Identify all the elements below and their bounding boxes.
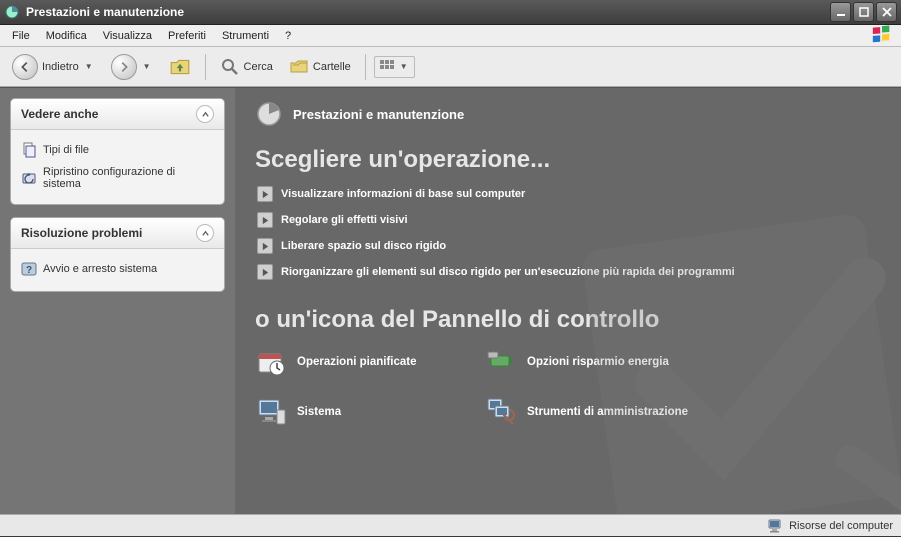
panel-troubleshoot: Risoluzione problemi ? Avvio e arresto s… — [10, 217, 225, 292]
menu-favorites[interactable]: Preferiti — [160, 27, 214, 45]
admin-tools-icon — [485, 396, 517, 428]
link-system-restore[interactable]: Ripristino configurazione di sistema — [21, 162, 214, 194]
link-file-types[interactable]: Tipi di file — [21, 138, 214, 162]
chevron-up-icon — [201, 110, 210, 119]
heading-pick-task: Scegliere un'operazione... — [255, 146, 881, 174]
category-title: Prestazioni e manutenzione — [293, 107, 464, 122]
link-label: Avvio e arresto sistema — [43, 263, 157, 275]
minimize-button[interactable] — [830, 2, 851, 22]
arrow-right-icon — [257, 212, 273, 228]
search-label: Cerca — [244, 61, 273, 73]
performance-category-icon — [255, 100, 283, 128]
chevron-up-icon — [201, 229, 210, 238]
window-controls — [830, 2, 897, 22]
titlebar: Prestazioni e manutenzione — [0, 0, 901, 25]
icon-system[interactable]: Sistema — [255, 396, 475, 428]
power-options-icon — [485, 346, 517, 378]
toolbar-separator-2 — [365, 54, 366, 80]
views-dropdown-icon[interactable]: ▼ — [398, 62, 410, 71]
my-computer-icon — [767, 518, 783, 534]
statusbar-text: Risorse del computer — [789, 520, 893, 532]
back-arrow-icon — [12, 54, 38, 80]
forward-arrow-icon — [111, 54, 137, 80]
sidebar: Vedere anche Tipi di file Ripristino con — [0, 88, 235, 514]
panel-title: Vedere anche — [21, 107, 98, 121]
system-icon — [255, 396, 287, 428]
forward-button[interactable]: ▼ — [105, 52, 159, 82]
svg-text:?: ? — [26, 265, 32, 276]
task-label: Visualizzare informazioni di base sul co… — [281, 188, 525, 200]
link-startup-shutdown[interactable]: ? Avvio e arresto sistema — [21, 257, 214, 281]
app-icon — [4, 4, 20, 20]
search-icon — [220, 57, 240, 77]
forward-dropdown-icon[interactable]: ▼ — [141, 62, 153, 71]
icon-power-options[interactable]: Opzioni risparmio energia — [485, 346, 745, 378]
panel-body: Tipi di file Ripristino configurazione d… — [11, 130, 224, 204]
menu-view[interactable]: Visualizza — [95, 27, 160, 45]
toolbar: Indietro ▼ ▼ Cerca Cartelle — [0, 47, 901, 87]
menu-edit[interactable]: Modifica — [38, 27, 95, 45]
folders-label: Cartelle — [313, 61, 351, 73]
menu-file[interactable]: File — [4, 27, 38, 45]
content: Prestazioni e manutenzione Scegliere un'… — [235, 88, 901, 514]
task-label: Liberare spazio sul disco rigido — [281, 240, 446, 252]
icon-label: Strumenti di amministrazione — [527, 406, 688, 418]
statusbar: Risorse del computer — [0, 514, 901, 536]
folders-icon — [289, 57, 309, 77]
back-dropdown-icon[interactable]: ▼ — [83, 62, 95, 71]
icon-admin-tools[interactable]: Strumenti di amministrazione — [485, 396, 745, 428]
menubar: File Modifica Visualizza Preferiti Strum… — [0, 25, 901, 47]
maximize-button[interactable] — [853, 2, 874, 22]
menu-tools[interactable]: Strumenti — [214, 27, 277, 45]
folder-up-icon — [169, 56, 191, 78]
task-view-system-info[interactable]: Visualizzare informazioni di base sul co… — [257, 186, 881, 202]
views-button[interactable]: ▼ — [374, 56, 415, 78]
file-types-icon — [21, 142, 37, 158]
back-button[interactable]: Indietro ▼ — [6, 52, 101, 82]
arrow-right-icon — [257, 238, 273, 254]
folders-button[interactable]: Cartelle — [283, 55, 357, 79]
task-free-disk-space[interactable]: Liberare spazio sul disco rigido — [257, 238, 881, 254]
panel-title: Risoluzione problemi — [21, 226, 142, 240]
arrow-right-icon — [257, 264, 273, 280]
panel-see-also: Vedere anche Tipi di file Ripristino con — [10, 98, 225, 205]
collapse-button[interactable] — [196, 105, 214, 123]
window-title: Prestazioni e manutenzione — [26, 5, 184, 19]
link-label: Ripristino configurazione di sistema — [43, 166, 214, 190]
task-list: Visualizzare informazioni di base sul co… — [257, 186, 881, 280]
menu-help[interactable]: ? — [277, 27, 299, 45]
back-label: Indietro — [42, 61, 79, 73]
search-button[interactable]: Cerca — [214, 55, 279, 79]
collapse-button[interactable] — [196, 224, 214, 242]
icon-scheduled-tasks[interactable]: Operazioni pianificate — [255, 346, 475, 378]
icon-label: Operazioni pianificate — [297, 356, 417, 368]
help-icon: ? — [21, 261, 37, 277]
toolbar-separator — [205, 54, 206, 80]
icon-grid: Operazioni pianificate Opzioni risparmio… — [255, 346, 881, 428]
up-button[interactable] — [163, 54, 197, 80]
scheduled-tasks-icon — [255, 346, 287, 378]
task-adjust-visual-effects[interactable]: Regolare gli effetti visivi — [257, 212, 881, 228]
panel-body: ? Avvio e arresto sistema — [11, 249, 224, 291]
task-label: Regolare gli effetti visivi — [281, 214, 408, 226]
views-icon — [379, 59, 395, 75]
icon-label: Opzioni risparmio energia — [527, 356, 669, 368]
task-defragment-disk[interactable]: Riorganizzare gli elementi sul disco rig… — [257, 264, 881, 280]
category-header: Prestazioni e manutenzione — [255, 100, 881, 128]
arrow-right-icon — [257, 186, 273, 202]
icon-label: Sistema — [297, 406, 341, 418]
restore-icon — [21, 170, 37, 186]
close-button[interactable] — [876, 2, 897, 22]
task-label: Riorganizzare gli elementi sul disco rig… — [281, 266, 735, 278]
panel-header-see-also[interactable]: Vedere anche — [11, 99, 224, 130]
panel-header-troubleshoot[interactable]: Risoluzione problemi — [11, 218, 224, 249]
main-area: Vedere anche Tipi di file Ripristino con — [0, 87, 901, 514]
link-label: Tipi di file — [43, 144, 89, 156]
heading-pick-icon: o un'icona del Pannello di controllo — [255, 306, 881, 334]
windows-logo-icon — [867, 25, 897, 47]
